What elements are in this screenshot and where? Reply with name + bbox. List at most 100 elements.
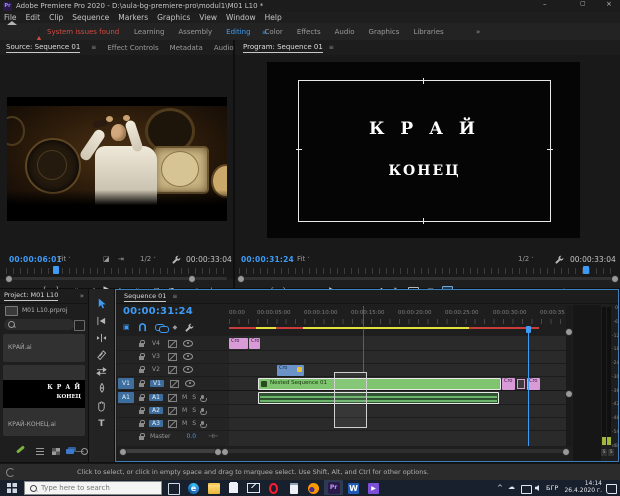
sync-lock-icon[interactable] [170, 380, 179, 388]
menu-item[interactable]: Help [265, 13, 282, 22]
icon-view-icon[interactable] [52, 448, 60, 455]
workspace-tab[interactable]: Effects [297, 28, 321, 36]
solo-button[interactable]: S [192, 394, 196, 401]
menu-item[interactable]: Window [226, 13, 256, 22]
project-search-input[interactable] [18, 322, 66, 328]
track-target-a1[interactable]: A1 [149, 394, 163, 401]
network-icon[interactable] [521, 485, 532, 494]
mute-button[interactable]: M [182, 394, 187, 401]
menu-item[interactable]: View [199, 13, 217, 22]
linked-selection-icon[interactable] [155, 324, 165, 331]
workspace-tab[interactable]: Audio [335, 28, 355, 36]
scroll-handle[interactable] [119, 448, 127, 456]
nest-toggle-icon[interactable]: ▣ [123, 323, 130, 331]
program-resolution-select[interactable]: 1/2˅ [518, 255, 534, 263]
source-zoom-handle-left[interactable] [5, 275, 13, 283]
track-name-v3[interactable]: V3 [150, 353, 162, 360]
program-scrubber[interactable] [239, 268, 616, 274]
task-view-button[interactable] [168, 483, 180, 495]
file-explorer-icon[interactable] [206, 481, 221, 495]
track-target-a3[interactable]: A3 [149, 420, 163, 427]
firefox-icon[interactable] [306, 481, 321, 495]
source-timecode[interactable]: 00:00:06:01 [9, 255, 62, 264]
menu-item[interactable]: Markers [118, 13, 148, 22]
ripple-edit-tool[interactable] [96, 333, 107, 343]
program-zoom-handle-left[interactable] [237, 275, 245, 283]
taskbar-search-box[interactable] [24, 481, 162, 495]
track-name-v2[interactable]: V2 [150, 366, 162, 373]
wrench-icon[interactable] [172, 255, 181, 264]
slip-tool[interactable] [96, 367, 107, 376]
keyboard-language[interactable]: БГР [546, 484, 558, 492]
workspace-tab[interactable]: Editing [226, 28, 250, 36]
source-zoom-handle-right[interactable] [188, 275, 196, 283]
lock-icon[interactable] [139, 383, 144, 387]
tab-source[interactable]: Source: Sequence 01 [6, 43, 80, 53]
lock-icon[interactable] [139, 343, 144, 347]
premiere-taskbar-icon[interactable]: Pr [324, 480, 343, 495]
tab-project[interactable]: Project: M01 L10 [4, 291, 58, 301]
close-button[interactable]: × [606, 1, 612, 8]
lock-icon[interactable] [139, 356, 144, 360]
program-panel-menu-icon[interactable]: ≡ [329, 44, 334, 51]
solo-button[interactable]: S [192, 420, 196, 427]
tab-sequence[interactable]: Sequence 01 [124, 292, 166, 302]
zoom-scroll-handle-right[interactable] [562, 448, 570, 456]
hand-tool[interactable] [96, 401, 107, 412]
mail-icon[interactable] [246, 481, 261, 495]
solo-right-button[interactable]: S [608, 449, 614, 456]
calculator-icon[interactable] [286, 481, 301, 495]
source-fit-select[interactable]: Fit˅ [58, 255, 71, 263]
sync-lock-icon[interactable] [168, 394, 177, 402]
program-video-frame[interactable]: К Р А Й КОНЕЦ [267, 62, 580, 238]
edit-pencil-icon[interactable] [16, 445, 25, 453]
master-fit-icon[interactable]: ⊣⊢ [208, 433, 218, 440]
track-output-eye-icon[interactable] [185, 380, 195, 387]
menu-item[interactable]: Sequence [72, 13, 109, 22]
word-icon[interactable]: W [346, 481, 361, 495]
timeline-settings-wrench-icon[interactable] [185, 323, 194, 332]
edge-icon[interactable]: e [186, 481, 201, 495]
sync-lock-icon[interactable] [168, 353, 177, 361]
sync-lock-icon[interactable] [168, 420, 177, 428]
menu-item[interactable]: Edit [26, 13, 41, 22]
onedrive-cloud-icon[interactable]: ☁ [508, 483, 515, 491]
lock-icon[interactable] [139, 397, 144, 401]
zoom-scroll-handle-left[interactable] [221, 448, 229, 456]
voiceover-mic-icon[interactable] [201, 408, 204, 412]
master-gain-value[interactable]: 0.0 [187, 433, 197, 440]
project-filter-icon[interactable] [74, 320, 85, 331]
list-view-icon[interactable] [36, 448, 44, 455]
snap-icon[interactable] [138, 323, 147, 332]
workspace-menu-icon[interactable]: ≡ [262, 29, 267, 36]
v-scroll-handle-bottom[interactable] [565, 390, 573, 398]
workspace-tab[interactable]: Learning [134, 28, 164, 36]
track-name-v4[interactable]: V4 [150, 340, 162, 347]
track-select-forward-tool[interactable] [96, 316, 107, 326]
transform-handle-bottom[interactable] [423, 218, 424, 224]
project-search-box[interactable] [4, 319, 74, 330]
project-file-row[interactable]: M01 L10.prproj [0, 304, 88, 317]
workspace-tab[interactable]: Assembly [178, 28, 212, 36]
menu-item[interactable]: Clip [49, 13, 63, 22]
opera-icon[interactable]: O [266, 481, 281, 495]
program-playhead[interactable] [583, 266, 589, 274]
wrench-icon[interactable] [555, 255, 564, 264]
lock-icon[interactable] [139, 410, 144, 414]
mute-button[interactable]: M [182, 407, 187, 414]
clip-fx-square[interactable] [517, 379, 525, 389]
timeline-panel-menu-icon[interactable]: ≡ [172, 293, 177, 300]
tab-metadata[interactable]: Metadata [170, 44, 203, 52]
workspace-tab[interactable]: Color [265, 28, 283, 36]
volume-icon[interactable] [535, 485, 539, 491]
films-tv-icon[interactable]: ▶ [366, 481, 381, 495]
mute-button[interactable]: M [182, 420, 187, 427]
tray-expand-icon[interactable]: ^ [497, 484, 503, 492]
sync-lock-icon[interactable] [168, 366, 177, 374]
menu-item[interactable]: Graphics [157, 13, 190, 22]
clock[interactable]: 14:14 26.4.2020 г. [564, 481, 602, 495]
voiceover-mic-icon[interactable] [201, 395, 204, 399]
taskbar-search-input[interactable] [41, 484, 151, 492]
clip-v4-2[interactable]: Cro [249, 338, 260, 349]
program-timecode[interactable]: 00:00:31:24 [241, 255, 294, 264]
